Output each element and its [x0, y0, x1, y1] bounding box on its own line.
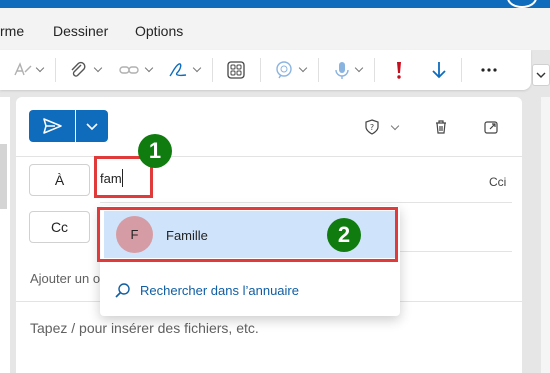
- chevron-down-icon[interactable]: [35, 63, 45, 73]
- to-button[interactable]: À: [29, 164, 90, 196]
- expand-ribbon-button[interactable]: [532, 64, 550, 86]
- search-directory-link[interactable]: Rechercher dans l’annuaire: [140, 283, 299, 298]
- annotation-step-badge: 2: [327, 218, 361, 252]
- selected-message-edge: [0, 144, 7, 209]
- toolbar-divider: [212, 58, 213, 82]
- send-button[interactable]: [29, 110, 75, 142]
- chevron-down-icon[interactable]: [192, 63, 202, 73]
- search-icon: [115, 283, 130, 298]
- send-icon: [43, 118, 62, 134]
- subject-input[interactable]: Ajouter un o: [30, 271, 100, 286]
- divider: [100, 202, 512, 203]
- toolbar-divider: [374, 58, 375, 82]
- ribbon-tabs: rme Dessiner Options: [0, 8, 550, 50]
- chevron-down-icon[interactable]: [144, 63, 154, 73]
- attach-icon[interactable]: [68, 60, 88, 80]
- low-importance-icon[interactable]: [430, 60, 448, 80]
- styles-icon[interactable]: [12, 60, 34, 80]
- body-editor[interactable]: Tapez / pour insérer des fichiers, etc.: [30, 320, 259, 336]
- toolbar-divider: [318, 58, 319, 82]
- link-icon[interactable]: [118, 60, 140, 80]
- chevron-down-icon[interactable]: [390, 121, 400, 131]
- tab-format[interactable]: rme: [0, 23, 24, 39]
- chevron-down-icon[interactable]: [354, 63, 364, 73]
- apps-icon[interactable]: [226, 60, 246, 80]
- scrollbar[interactable]: [541, 97, 550, 373]
- cc-button[interactable]: Cc: [29, 211, 90, 243]
- signature-icon[interactable]: [167, 60, 189, 80]
- chevron-down-icon[interactable]: [93, 63, 103, 73]
- toolbar-divider: [260, 58, 261, 82]
- annotation-step-badge: 1: [138, 134, 172, 168]
- tab-draw[interactable]: Dessiner: [53, 23, 108, 39]
- sensitivity-icon[interactable]: ?: [364, 119, 380, 135]
- more-options-icon[interactable]: [479, 60, 499, 80]
- copilot-icon[interactable]: [274, 60, 294, 80]
- title-bar: [0, 0, 550, 8]
- chevron-down-icon[interactable]: [298, 63, 308, 73]
- toolbar-divider: [55, 58, 56, 82]
- divider: [16, 156, 522, 157]
- pop-out-icon[interactable]: [483, 119, 499, 135]
- dictate-icon[interactable]: [333, 60, 351, 80]
- discard-icon[interactable]: [433, 119, 449, 135]
- high-importance-icon[interactable]: [392, 60, 406, 80]
- tab-options[interactable]: Options: [135, 23, 183, 39]
- chevron-down-icon: [536, 72, 546, 78]
- toolbar-divider: [461, 58, 462, 82]
- ribbon-toolbar: [0, 50, 531, 90]
- svg-text:?: ?: [370, 123, 374, 132]
- message-list-pane: [0, 97, 10, 373]
- send-options-button[interactable]: [76, 110, 108, 142]
- account-avatar[interactable]: [507, 0, 537, 8]
- bcc-button[interactable]: Cci: [489, 175, 506, 189]
- chevron-down-icon: [86, 123, 98, 131]
